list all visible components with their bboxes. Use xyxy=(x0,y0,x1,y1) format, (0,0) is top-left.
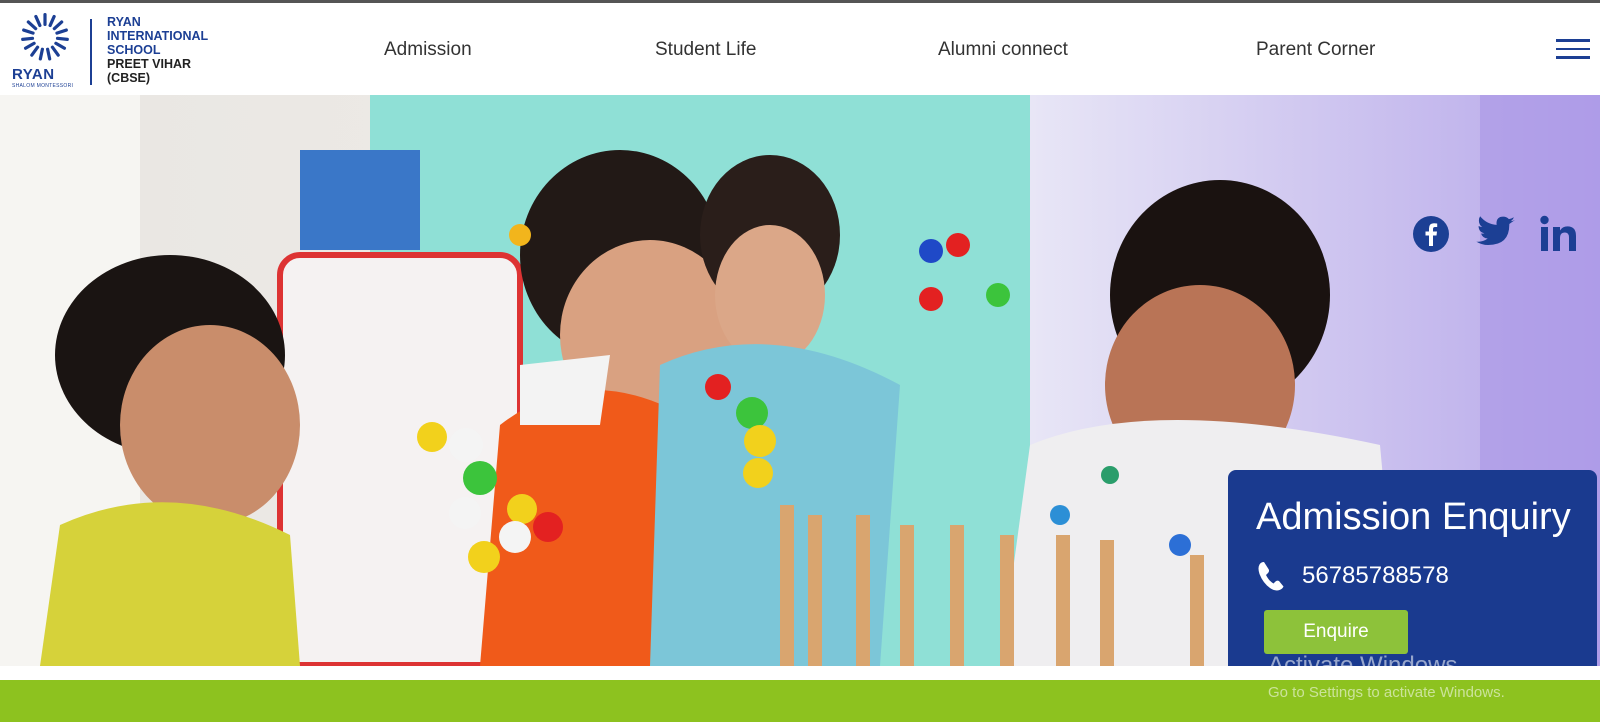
admission-enquiry-panel: Admission Enquiry 56785788578 Enquire xyxy=(1228,470,1597,666)
linkedin-icon[interactable] xyxy=(1539,215,1579,258)
hamburger-menu-icon[interactable] xyxy=(1556,39,1590,61)
nav-student-life[interactable]: Student Life xyxy=(655,39,756,61)
enquiry-phone-number[interactable]: 56785788578 xyxy=(1302,562,1449,590)
activate-windows-hint: Go to Settings to activate Windows. xyxy=(1268,684,1505,701)
nav-parent-corner[interactable]: Parent Corner xyxy=(1256,39,1375,61)
main-nav: Admission Student Life Alumni connect Pa… xyxy=(0,3,1600,95)
enquire-button[interactable]: Enquire xyxy=(1264,610,1408,654)
activate-windows-watermark: Activate Windows xyxy=(1268,652,1458,679)
twitter-icon[interactable] xyxy=(1476,215,1516,256)
nav-admission[interactable]: Admission xyxy=(384,39,472,61)
hero-banner: Admission Enquiry 56785788578 Enquire xyxy=(0,95,1600,666)
nav-alumni-connect[interactable]: Alumni connect xyxy=(938,39,1068,61)
facebook-icon[interactable] xyxy=(1412,215,1450,258)
enquiry-title: Admission Enquiry xyxy=(1256,496,1571,538)
phone-icon xyxy=(1256,560,1290,594)
